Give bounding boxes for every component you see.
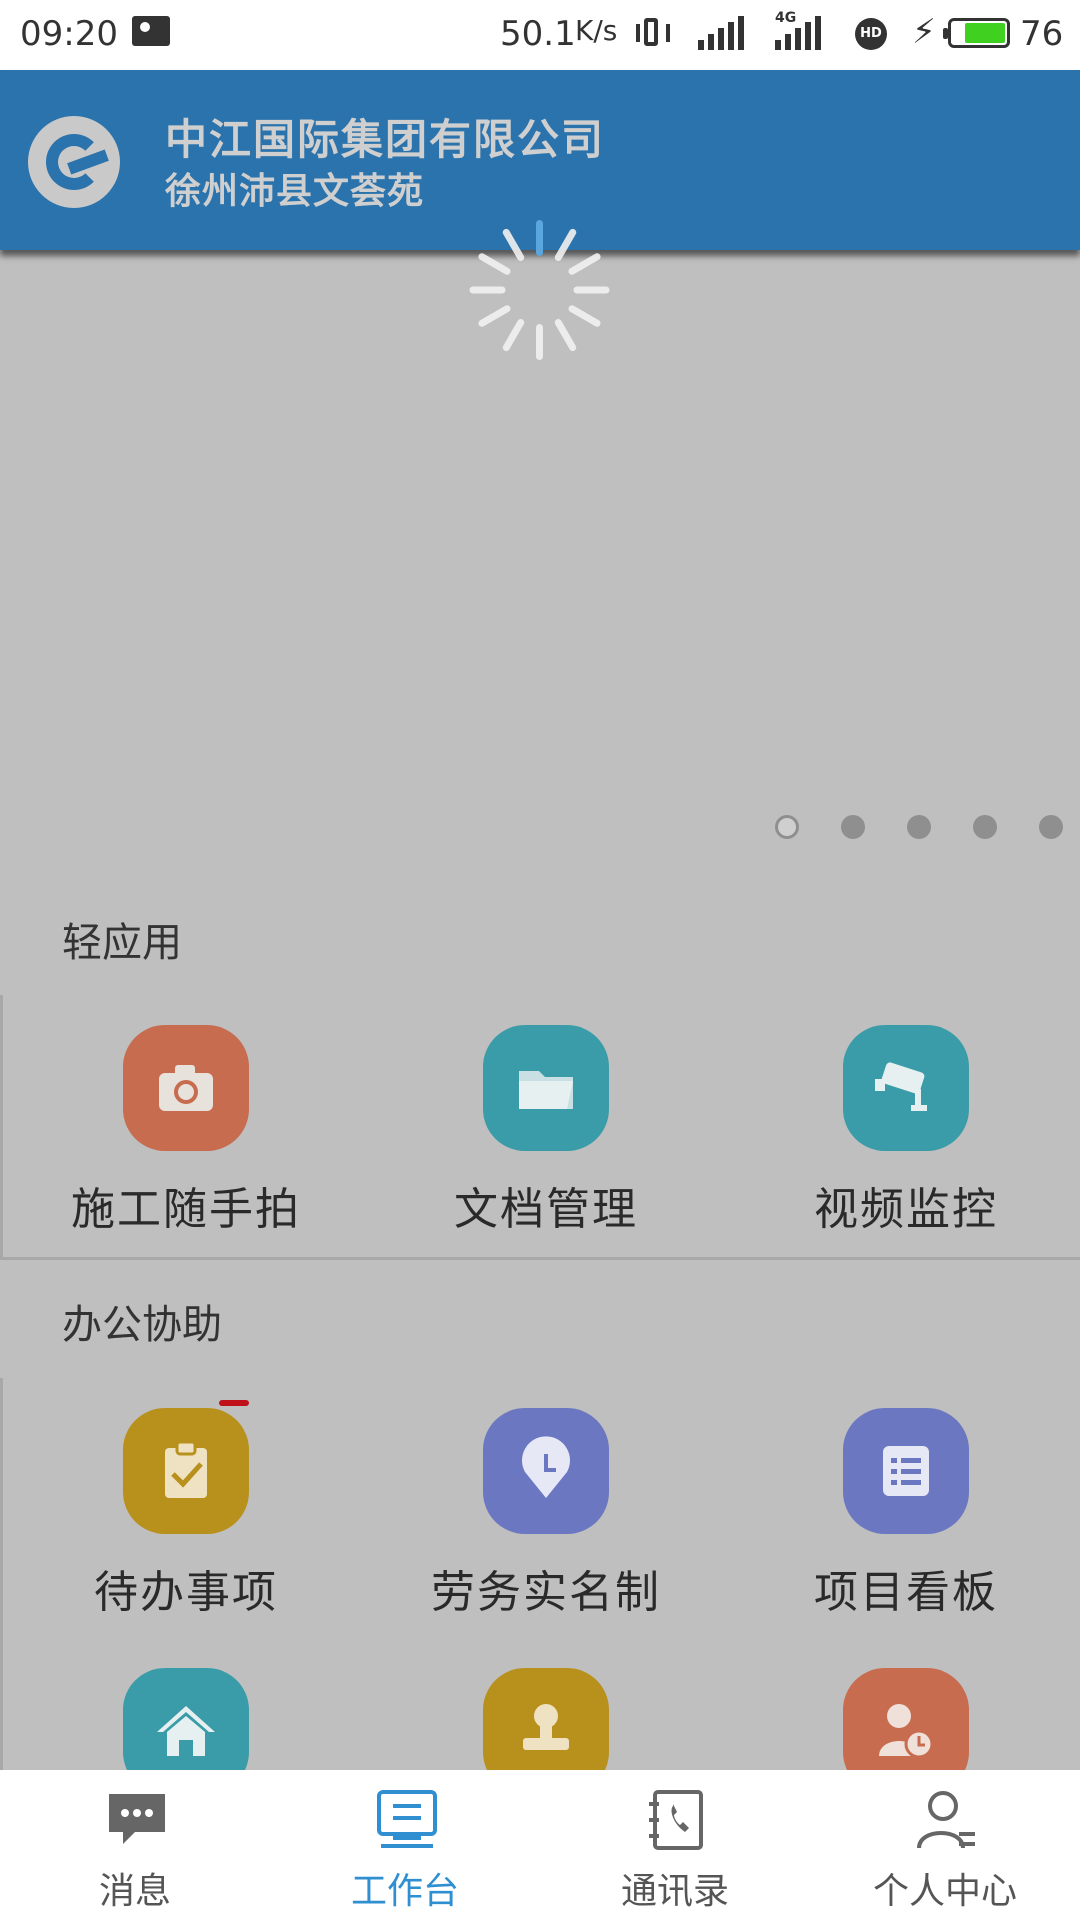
signal-strength-4g-icon — [775, 14, 821, 50]
app-label: 项目看板 — [814, 1567, 998, 1618]
spinner-spoke — [536, 220, 543, 256]
list-board-icon — [843, 1408, 969, 1534]
network-speed-unit: K/s — [575, 14, 618, 47]
app-label: 劳务实名制 — [431, 1567, 661, 1618]
workbench-icon — [375, 1788, 439, 1852]
spinner-spoke — [477, 251, 512, 277]
carousel-dot[interactable] — [1039, 815, 1063, 839]
camera-icon — [123, 1025, 249, 1151]
carousel-dot[interactable] — [841, 815, 865, 839]
nav-item-workbench[interactable]: 工作台 — [270, 1770, 540, 1920]
carousel-dot[interactable] — [775, 815, 799, 839]
unread-badge — [219, 1400, 249, 1406]
section-title-light-apps: 轻应用 — [62, 920, 182, 966]
status-bar: 09:20 50.1 K/s 4G HD ⚡ 76 — [0, 0, 1080, 70]
charging-icon: ⚡ — [912, 12, 936, 52]
location-clock-icon — [483, 1408, 609, 1534]
loading-spinner-icon — [469, 220, 610, 360]
carousel-dot[interactable] — [973, 815, 997, 839]
carousel-dot[interactable] — [907, 815, 931, 839]
battery-level: 76 — [1020, 14, 1064, 54]
nav-item-profile[interactable]: 个人中心 — [810, 1770, 1080, 1920]
nav-label: 消息 — [98, 1871, 171, 1912]
spinner-spoke — [501, 317, 526, 353]
bottom-navigation: 消息 工作台 通讯录 个人中心 — [0, 1770, 1080, 1920]
image-notification-icon — [132, 16, 170, 46]
signal-strength-icon — [698, 14, 744, 50]
cctv-camera-icon — [843, 1025, 969, 1151]
battery-icon — [943, 18, 1010, 48]
nav-item-contacts[interactable]: 通讯录 — [540, 1770, 810, 1920]
section-title-office-assist: 办公协助 — [62, 1302, 222, 1348]
network-speed: 50.1 — [500, 14, 576, 54]
carousel-indicator — [0, 815, 1080, 845]
spinner-spoke — [553, 317, 578, 353]
spinner-spoke — [501, 227, 526, 263]
spinner-spoke — [553, 227, 578, 263]
user-profile-icon — [915, 1788, 979, 1852]
contacts-book-icon — [645, 1788, 709, 1852]
hd-voice-icon: HD — [855, 18, 887, 50]
spinner-spoke — [469, 286, 506, 294]
company-logo-icon — [28, 116, 120, 208]
nav-label: 个人中心 — [872, 1871, 1017, 1912]
app-screen: 09:20 50.1 K/s 4G HD ⚡ 76 中江国际集团有限公司 徐州沛… — [0, 0, 1080, 1920]
spinner-spoke — [573, 286, 610, 294]
app-label: 施工随手拍 — [71, 1184, 301, 1235]
clipboard-check-icon — [123, 1408, 249, 1534]
nav-item-messages[interactable]: 消息 — [0, 1770, 270, 1920]
nav-label: 通讯录 — [620, 1871, 729, 1912]
status-time: 09:20 — [20, 14, 118, 54]
app-label: 待办事项 — [94, 1567, 278, 1618]
vibrate-icon — [636, 14, 670, 50]
project-name[interactable]: 徐州沛县文荟苑 — [165, 162, 424, 214]
app-label: 文档管理 — [454, 1184, 638, 1235]
office-assist-panel: 待办事项 劳务实名制 项目看板 — [0, 1378, 1080, 1798]
folder-icon — [483, 1025, 609, 1151]
light-apps-panel: 施工随手拍 文档管理 视频监控 — [0, 995, 1080, 1260]
spinner-spoke — [536, 324, 543, 360]
app-label: 视频监控 — [814, 1184, 998, 1235]
battery-fill — [965, 23, 1005, 43]
company-name: 中江国际集团有限公司 — [165, 115, 606, 164]
spinner-spoke — [567, 303, 602, 329]
nav-label: 工作台 — [350, 1871, 459, 1912]
chat-bubble-icon — [105, 1788, 169, 1852]
spinner-spoke — [477, 303, 512, 329]
spinner-spoke — [567, 251, 602, 277]
